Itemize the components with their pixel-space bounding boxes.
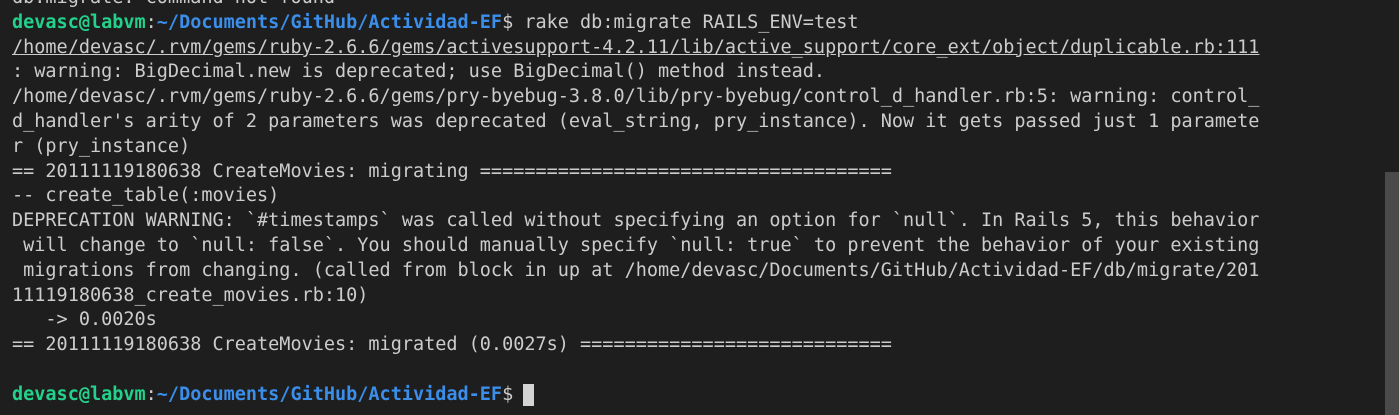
- command-prompt-line[interactable]: devasc@labvm:~/Documents/GitHub/Activida…: [12, 383, 1359, 408]
- output-line: == 20111119180638 CreateMovies: migratin…: [12, 160, 892, 182]
- prompt-symbol: $: [502, 383, 514, 405]
- output-line: -> 0.0020s: [12, 309, 157, 331]
- output-line: : warning: BigDecimal.new is deprecated;…: [12, 61, 826, 83]
- command-text: rake db:migrate RAILS_ENV=test: [513, 11, 859, 33]
- output-line: db:migrate: command not found: [12, 0, 1359, 11]
- output-line: 11119180638_create_movies.rb:10): [12, 284, 369, 306]
- prompt-separator: :: [145, 11, 157, 33]
- scrollbar-thumb[interactable]: [1385, 172, 1399, 415]
- output-line: migrations from changing. (called from b…: [12, 259, 1260, 281]
- file-path-link[interactable]: /home/devasc/.rvm/gems/ruby-2.6.6/gems/a…: [12, 36, 1359, 61]
- scrollbar-track[interactable]: [1385, 0, 1399, 415]
- terminal-window[interactable]: db:migrate: command not found devasc@lab…: [0, 0, 1399, 415]
- terminal-output: db:migrate: command not found devasc@lab…: [12, 0, 1359, 408]
- output-line: d_handler's arity of 2 parameters was de…: [12, 110, 1260, 132]
- prompt-user-host: devasc@labvm: [12, 11, 146, 33]
- text-cursor: [523, 383, 535, 406]
- prompt-symbol: $: [502, 11, 514, 33]
- command-prompt-line: devasc@labvm:~/Documents/GitHub/Activida…: [12, 11, 1359, 36]
- prompt-path: ~/Documents/GitHub/Actividad-EF: [156, 383, 503, 405]
- output-line: r (pry_instance): [12, 135, 191, 157]
- prompt-path: ~/Documents/GitHub/Actividad-EF: [156, 11, 503, 33]
- output-line: DEPRECATION WARNING: `#timestamps` was c…: [12, 210, 1260, 232]
- prompt-separator: :: [145, 383, 157, 405]
- output-line: will change to `null: false`. You should…: [12, 234, 1260, 256]
- output-line: == 20111119180638 CreateMovies: migrated…: [12, 334, 892, 356]
- prompt-user-host: devasc@labvm: [12, 383, 146, 405]
- output-line: -- create_table(:movies): [12, 185, 280, 207]
- output-line: /home/devasc/.rvm/gems/ruby-2.6.6/gems/p…: [12, 86, 1260, 108]
